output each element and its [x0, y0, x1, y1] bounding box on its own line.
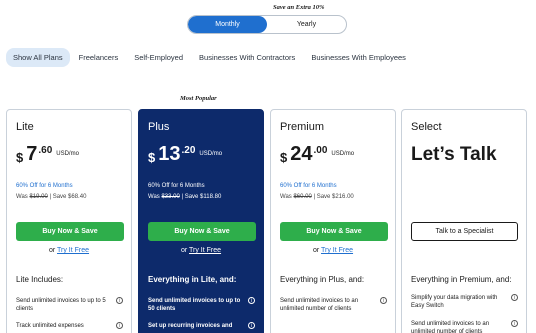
buy-now-button[interactable]: Buy Now & Save — [16, 222, 124, 241]
filter-businesses-with-contractors[interactable]: Businesses With Contractors — [192, 48, 302, 67]
plan-price: $ 7 .60 USD/mo — [16, 143, 79, 165]
info-icon[interactable]: i — [116, 297, 123, 304]
includes-heading: Everything in Premium, and: — [411, 275, 512, 284]
try-free: or Try It Free — [48, 247, 90, 254]
try-free-link[interactable]: Try It Free — [321, 247, 353, 254]
feature-item: Send unlimited invoices to an unlimited … — [280, 298, 359, 312]
feature-item: Simplify your data migration with Easy S… — [411, 295, 498, 309]
plan-filters: Show All Plans Freelancers Self-Employed… — [6, 48, 415, 67]
info-icon[interactable]: i — [116, 322, 123, 329]
price-period: USD/mo — [331, 151, 355, 157]
feature-item: Set up recurring invoices and — [148, 323, 233, 329]
plan-card-lite: Lite $ 7 .60 USD/mo 60% Off for 6 Months… — [6, 109, 132, 333]
price-currency: $ — [280, 150, 288, 165]
buy-now-button[interactable]: Buy Now & Save — [148, 222, 256, 241]
try-free: or Try It Free — [312, 247, 354, 254]
price-currency: $ — [16, 150, 24, 165]
info-icon[interactable]: i — [248, 322, 255, 329]
includes-heading: Everything in Lite, and: — [148, 275, 237, 284]
price-cents: .20 — [181, 145, 196, 156]
plan-price: $ 24 .00 USD/mo — [280, 143, 354, 165]
feature-item: Send unlimited invoices to an unlimited … — [411, 321, 490, 333]
plan-card-premium: Premium $ 24 .00 USD/mo 60% Off for 6 Mo… — [270, 109, 396, 333]
offer-text: 60% Off for 6 Months — [280, 183, 337, 189]
price-main: 7 — [26, 143, 38, 165]
plan-name: Lite — [16, 121, 34, 133]
info-icon[interactable]: i — [511, 294, 518, 301]
was-price: Was $60.00 | Save $216.00 — [280, 194, 354, 200]
price-main: 24 — [290, 143, 313, 165]
yearly-toggle[interactable]: Yearly — [267, 16, 346, 33]
talk-to-specialist-button[interactable]: Talk to a Specialist — [411, 222, 518, 241]
monthly-toggle[interactable]: Monthly — [188, 16, 267, 33]
offer-text: 60% Off for 6 Months — [16, 183, 73, 189]
promo-label: Save an Extra 10% — [273, 4, 325, 11]
includes-heading: Everything in Plus, and: — [280, 275, 365, 284]
offer-text: 60% Off for 6 Months — [148, 183, 205, 189]
info-icon[interactable]: i — [380, 297, 387, 304]
try-free: or Try It Free — [180, 247, 222, 254]
price-main: 13 — [158, 143, 181, 165]
price-period: USD/mo — [56, 151, 79, 157]
filter-show-all-plans[interactable]: Show All Plans — [6, 48, 70, 67]
feature-item: Send unlimited invoices to up to 5 clien… — [16, 298, 106, 312]
plan-price: $ 13 .20 USD/mo — [148, 143, 222, 165]
includes-heading: Lite Includes: — [16, 275, 64, 284]
plan-name: Select — [411, 121, 442, 133]
plan-card-select: Select Let’s Talk Talk to a Specialist E… — [401, 109, 527, 333]
price-cents: .00 — [313, 145, 328, 156]
info-icon[interactable]: i — [248, 297, 255, 304]
try-free-link[interactable]: Try It Free — [57, 247, 89, 254]
billing-toggle[interactable]: Monthly Yearly — [187, 15, 347, 34]
plan-card-plus: Plus $ 13 .20 USD/mo 60% Off for 6 Month… — [138, 109, 264, 333]
feature-item: Track unlimited expenses — [16, 323, 84, 329]
filter-businesses-with-employees[interactable]: Businesses With Employees — [304, 48, 413, 67]
feature-item: Send unlimited invoices to up to 50 clie… — [148, 298, 241, 312]
price-cents: .60 — [38, 145, 53, 156]
info-icon[interactable]: i — [511, 320, 518, 327]
buy-now-button[interactable]: Buy Now & Save — [280, 222, 388, 241]
lets-talk-heading: Let’s Talk — [411, 144, 497, 165]
filter-freelancers[interactable]: Freelancers — [72, 48, 126, 67]
filter-self-employed[interactable]: Self-Employed — [127, 48, 190, 67]
was-price: Was $33.00 | Save $118.80 — [148, 194, 222, 200]
was-price: Was $19.00 | Save $68.40 — [16, 194, 87, 200]
price-period: USD/mo — [199, 151, 223, 157]
plan-name: Plus — [148, 121, 170, 133]
price-currency: $ — [148, 150, 156, 165]
most-popular-label: Most Popular — [180, 95, 217, 102]
plan-name: Premium — [280, 121, 325, 133]
try-free-link[interactable]: Try It Free — [189, 247, 221, 254]
